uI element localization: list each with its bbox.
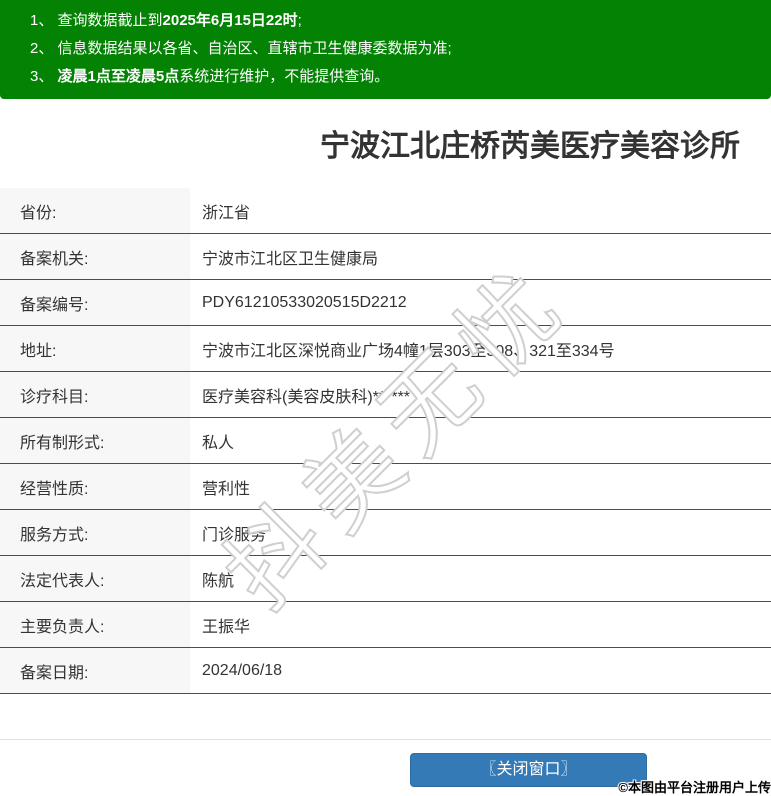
row-label: 诊疗科目:: [0, 372, 190, 417]
table-row-ownership-form: 所有制形式: 私人: [0, 418, 771, 464]
table-row-filing-authority: 备案机关: 宁波市江北区卫生健康局: [0, 234, 771, 280]
close-window-button[interactable]: 〖关闭窗口〗: [410, 753, 647, 787]
row-label: 主要负责人:: [0, 602, 190, 647]
notice-line-1-bold: 2025年6月15日22时: [162, 12, 298, 29]
notice-line-3: 3、 凌晨1点至凌晨5点系统进行维护，不能提供查询。: [30, 63, 761, 91]
page-title: 宁波江北庄桥芮美医疗美容诊所: [320, 130, 740, 163]
row-label: 备案机关:: [0, 234, 190, 279]
table-row-address: 地址: 宁波市江北区深悦商业广场4幢1层303至308、321至334号: [0, 326, 771, 372]
table-row-treatment-subjects: 诊疗科目: 医疗美容科(美容皮肤科)******: [0, 372, 771, 418]
table-row-service-mode: 服务方式: 门诊服务: [0, 510, 771, 556]
upload-attribution-note: ©本图由平台注册用户上传: [618, 780, 771, 795]
notice-line-3-suffix: 系统进行维护，不能提供查询。: [179, 68, 390, 85]
row-value: PDY61210533020515D2212: [202, 293, 407, 311]
row-value: 2024/06/18: [202, 661, 283, 679]
row-label: 经营性质:: [0, 464, 190, 509]
row-label: 服务方式:: [0, 510, 190, 555]
row-value: 宁波市江北区卫生健康局: [202, 250, 379, 268]
notice-line-3-text: 3、: [30, 68, 58, 85]
notice-line-1-text: 1、 查询数据截止到: [30, 12, 163, 29]
table-row-province: 省份: 浙江省: [0, 188, 771, 234]
record-table: 省份: 浙江省 备案机关: 宁波市江北区卫生健康局 备案编号: PDY61210…: [0, 188, 771, 740]
row-value: 营利性: [202, 480, 251, 498]
notice-line-1: 1、 查询数据截止到2025年6月15日22时;: [30, 7, 761, 35]
table-row-filing-date: 备案日期: 2024/06/18: [0, 648, 771, 694]
row-value: 私人: [202, 434, 235, 452]
row-value: 陈航: [202, 572, 235, 590]
table-row-business-nature: 经营性质: 营利性: [0, 464, 771, 510]
notice-panel: 1、 查询数据截止到2025年6月15日22时; 2、 信息数据结果以各省、自治…: [0, 0, 771, 99]
row-label: 备案日期:: [0, 648, 190, 693]
row-value: 宁波市江北区深悦商业广场4幢1层303至308、321至334号: [202, 342, 615, 360]
table-row-filing-number: 备案编号: PDY61210533020515D2212: [0, 280, 771, 326]
row-label: 备案编号:: [0, 280, 190, 325]
table-row-main-person-in-charge: 主要负责人: 王振华: [0, 602, 771, 648]
row-value: 医疗美容科(美容皮肤科)******: [202, 388, 411, 406]
notice-line-3-bold: 凌晨1点至凌晨5点: [57, 68, 180, 85]
notice-line-2-text: 2、 信息数据结果以各省、自治区、直辖市卫生健康委数据为准;: [30, 40, 452, 57]
row-value: 浙江省: [202, 204, 251, 222]
row-label: 所有制形式:: [0, 418, 190, 463]
table-row-empty: [0, 694, 771, 740]
notice-line-1-suffix: ;: [297, 12, 302, 29]
row-label: 法定代表人:: [0, 556, 190, 601]
table-row-legal-representative: 法定代表人: 陈航: [0, 556, 771, 602]
row-value: 门诊服务: [202, 526, 267, 544]
row-value: 王振华: [202, 618, 251, 636]
notice-line-2: 2、 信息数据结果以各省、自治区、直辖市卫生健康委数据为准;: [30, 35, 761, 63]
row-label: 地址:: [0, 326, 190, 371]
row-label: 省份:: [0, 188, 190, 233]
